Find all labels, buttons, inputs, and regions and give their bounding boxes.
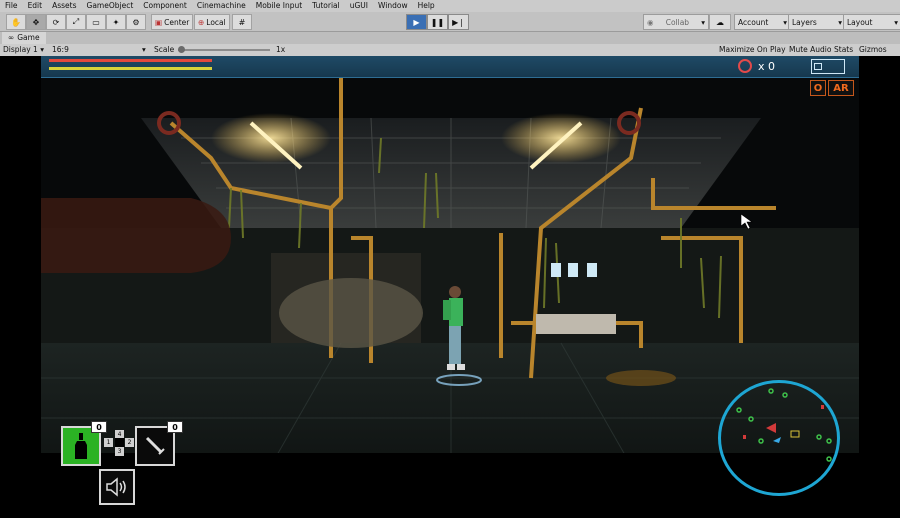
scale-slider-handle[interactable] — [178, 46, 185, 53]
pause-icon[interactable]: ❚❚ — [427, 14, 448, 30]
badge-ar: AR — [828, 80, 854, 96]
sound-toggle-button[interactable] — [99, 469, 135, 505]
rect-tool-icon[interactable]: ▭ — [86, 14, 106, 30]
maximize-on-play-toggle[interactable]: Maximize On Play — [719, 44, 786, 56]
collab-check-icon: ◉ — [647, 17, 654, 27]
hand-tool-icon[interactable]: ✋ — [6, 14, 26, 30]
menu-ugui[interactable]: uGUI — [345, 0, 373, 12]
menu-help[interactable]: Help — [413, 0, 440, 12]
move-tool-icon[interactable]: ✥ — [26, 14, 46, 30]
layout-label: Layout — [847, 17, 873, 27]
stats-toggle[interactable]: Stats — [834, 44, 853, 56]
game-view-toolbar: Display 1 ▾ 16:9 ▾ Scale 1x Maximize On P… — [0, 44, 900, 56]
account-dropdown[interactable]: Account ▾ — [734, 14, 791, 30]
slot-count-bottle: 0 — [91, 421, 107, 433]
local-icon: ⊕ — [198, 17, 205, 27]
display-dropdown[interactable]: Display 1 ▾ — [3, 44, 44, 56]
scale-label: Scale — [154, 45, 175, 54]
minimap-contents — [736, 388, 832, 462]
game-viewport[interactable]: x 0 O AR 0 4 1 2 3 0 — [41, 56, 859, 518]
menu-mobile-input[interactable]: Mobile Input — [251, 0, 307, 12]
tab-game[interactable]: ∞ Game — [2, 32, 46, 44]
slot-count-knife: 0 — [167, 421, 183, 433]
menu-gameobject[interactable]: GameObject — [82, 0, 139, 12]
knife-icon — [145, 436, 165, 455]
rotate-tool-icon[interactable]: ⟳ — [46, 14, 66, 30]
step-icon[interactable]: ▶❘ — [448, 14, 469, 30]
coin-counter: x 0 — [738, 58, 788, 74]
status-badges: O AR — [810, 80, 854, 96]
pivot-local-button[interactable]: ⊕ Local — [194, 14, 230, 30]
chevron-down-icon: ▾ — [701, 17, 705, 27]
stamina-bar — [49, 67, 212, 70]
collab-dropdown[interactable]: ◉ Collab ▾ — [643, 14, 709, 30]
tab-game-label: Game — [17, 33, 40, 42]
key-hint: 1 — [104, 438, 113, 447]
account-label: Account — [738, 17, 769, 27]
center-icon: ▣ — [155, 17, 163, 27]
scale-tool-icon[interactable]: ⤢ — [66, 14, 86, 30]
grid-snap-icon[interactable]: # — [232, 14, 252, 30]
transform-tool-icon[interactable]: ✦ — [106, 14, 126, 30]
chevron-down-icon: ▾ — [783, 17, 787, 27]
menu-edit[interactable]: Edit — [23, 0, 48, 12]
menu-assets[interactable]: Assets — [47, 0, 81, 12]
playback-controls: ▶ ❚❚ ▶❘ — [406, 14, 469, 30]
game-icon: ∞ — [8, 33, 15, 42]
menu-cinemachine[interactable]: Cinemachine — [192, 0, 251, 12]
layout-dropdown[interactable]: Layout ▾ — [843, 14, 900, 30]
transform-tools: ✋ ✥ ⟳ ⤢ ▭ ✦ ⚙ — [6, 14, 146, 30]
layers-dropdown[interactable]: Layers ▾ — [788, 14, 846, 30]
menu-window[interactable]: Window — [373, 0, 413, 12]
collab-label: Collab — [665, 17, 690, 27]
coin-count: x 0 — [758, 59, 776, 73]
menu-bar: File Edit Assets GameObject Component Ci… — [0, 0, 900, 12]
custom-tool-icon[interactable]: ⚙ — [126, 14, 146, 30]
menu-component[interactable]: Component — [138, 0, 192, 12]
health-bar — [49, 59, 212, 62]
menu-tutorial[interactable]: Tutorial — [307, 0, 345, 12]
scale-slider[interactable] — [178, 46, 270, 53]
pivot-local-label: Local — [206, 17, 226, 27]
key-hint: 2 — [125, 438, 134, 447]
scale-value: 1x — [276, 45, 286, 54]
player-marker-icon — [773, 437, 781, 443]
key-spacer — [115, 438, 124, 447]
chevron-down-icon: ▾ — [142, 45, 146, 54]
key-hint: 3 — [115, 447, 124, 456]
battery-meter — [811, 59, 845, 74]
layers-label: Layers — [792, 17, 817, 27]
display-label: Display 1 — [3, 45, 38, 54]
pivot-center-label: Center — [164, 17, 190, 27]
chevron-down-icon: ▾ — [894, 17, 898, 27]
tab-bar: ∞ Game — [0, 32, 900, 44]
speaker-icon — [106, 477, 126, 497]
menu-file[interactable]: File — [0, 0, 23, 12]
hud-top-bar: x 0 — [41, 56, 859, 78]
aspect-label: 16:9 — [52, 45, 69, 54]
badge-o: O — [810, 80, 826, 96]
stamina-bar-fill — [49, 67, 212, 70]
play-icon[interactable]: ▶ — [406, 14, 427, 30]
pivot-center-button[interactable]: ▣ Center — [151, 14, 194, 30]
chevron-down-icon: ▾ — [838, 17, 842, 27]
ring-icon — [738, 59, 752, 73]
cloud-icon[interactable]: ☁ — [709, 14, 731, 30]
aspect-dropdown[interactable]: 16:9 ▾ — [52, 44, 148, 56]
battery-icon — [814, 63, 822, 70]
bottle-icon — [75, 433, 87, 459]
gizmos-dropdown[interactable]: Gizmos — [859, 44, 887, 56]
minimap — [718, 380, 840, 496]
health-bar-fill — [49, 59, 212, 62]
mute-audio-toggle[interactable]: Mute Audio — [789, 44, 831, 56]
main-toolbar: ✋ ✥ ⟳ ⤢ ▭ ✦ ⚙ ▣ Center ⊕ Local # ▶ ❚❚ ▶❘… — [0, 12, 900, 32]
